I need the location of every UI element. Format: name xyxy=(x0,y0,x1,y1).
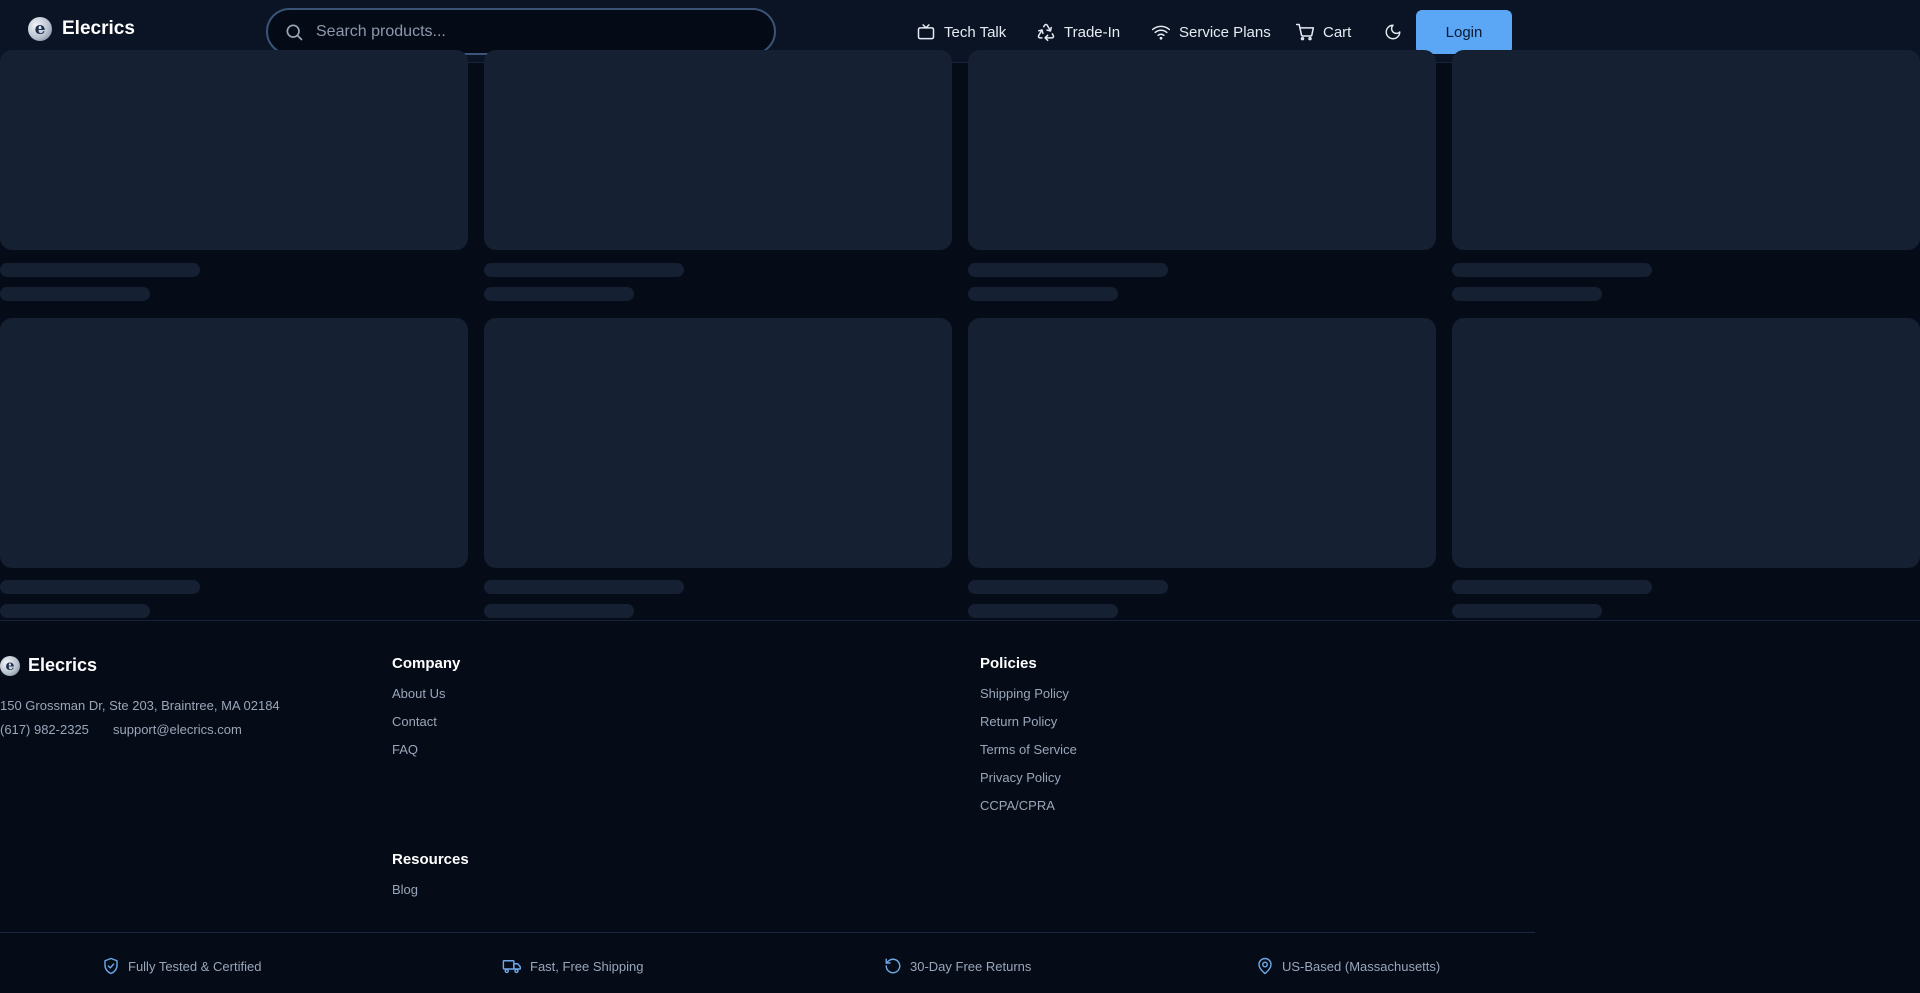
badge-free-shipping-label: Fast, Free Shipping xyxy=(530,958,644,974)
skeleton-title-line xyxy=(1452,580,1652,594)
skeleton-price-line xyxy=(0,287,150,301)
skeleton-price-line xyxy=(1452,287,1602,301)
nav-cart[interactable]: Cart xyxy=(1295,20,1351,44)
rotate-ccw-icon xyxy=(885,958,901,974)
skeleton-card xyxy=(484,318,952,568)
cart-icon xyxy=(1295,23,1315,41)
footer-link-terms-of-service[interactable]: Terms of Service xyxy=(980,742,1077,757)
footer-phone[interactable]: (617) 982-2325 xyxy=(0,722,89,737)
wifi-icon xyxy=(1151,25,1171,40)
footer-company-heading: Company xyxy=(392,655,461,672)
skeleton-card xyxy=(0,318,468,568)
nav-cart-label: Cart xyxy=(1323,23,1352,41)
shield-check-icon xyxy=(104,957,118,975)
footer-address: 150 Grossman Dr, Ste 203, Braintree, MA … xyxy=(0,698,280,713)
skeleton-price-line xyxy=(0,604,150,618)
badge-free-returns-label: 30-Day Free Returns xyxy=(910,958,1032,974)
skeleton-price-line xyxy=(484,287,634,301)
skeleton-price-line xyxy=(1452,604,1602,618)
nav-service-plans-label: Service Plans xyxy=(1179,23,1271,41)
badge-tested-certified-label: Fully Tested & Certified xyxy=(128,958,262,974)
skeleton-card xyxy=(484,50,952,250)
skeleton-price-line xyxy=(968,287,1118,301)
brand-logo-icon: e xyxy=(28,17,52,41)
badge-free-shipping: Fast, Free Shipping xyxy=(502,957,643,975)
nav-tech-talk[interactable]: Tech Talk xyxy=(916,20,1006,44)
brand-link[interactable]: e Elecrics xyxy=(28,17,135,41)
footer-policies-heading: Policies xyxy=(980,655,1037,672)
recycle-icon xyxy=(1037,23,1055,42)
moon-icon xyxy=(1385,24,1401,40)
search-bar[interactable] xyxy=(266,8,776,55)
footer-link-faq[interactable]: FAQ xyxy=(392,742,418,757)
footer-link-contact[interactable]: Contact xyxy=(392,714,437,729)
skeleton-title-line xyxy=(968,263,1168,277)
search-icon xyxy=(286,24,303,40)
skeleton-card xyxy=(1452,50,1920,250)
nav-tech-talk-label: Tech Talk xyxy=(944,23,1007,41)
theme-toggle-button[interactable] xyxy=(1381,20,1405,44)
skeleton-card xyxy=(1452,318,1920,568)
search-input[interactable] xyxy=(316,22,736,41)
footer-link-privacy-policy[interactable]: Privacy Policy xyxy=(980,770,1061,785)
skeleton-price-line xyxy=(484,604,634,618)
skeleton-title-line xyxy=(484,580,684,594)
footer-resources-heading: Resources xyxy=(392,851,469,868)
nav-service-plans[interactable]: Service Plans xyxy=(1151,20,1271,44)
footer-logo-icon: e xyxy=(0,655,20,676)
skeleton-title-line xyxy=(1452,263,1652,277)
skeleton-title-line xyxy=(0,263,200,277)
tv-icon xyxy=(917,23,935,40)
skeleton-card xyxy=(968,318,1436,568)
skeleton-card xyxy=(0,50,468,250)
skeleton-title-line xyxy=(968,580,1168,594)
badge-us-based-label: US-Based (Massachusetts) xyxy=(1282,958,1441,974)
skeleton-card xyxy=(968,50,1436,250)
footer-link-ccpa-cpra[interactable]: CCPA/CPRA xyxy=(980,798,1055,813)
footer-link-blog[interactable]: Blog xyxy=(392,882,418,897)
login-button[interactable]: Login xyxy=(1416,10,1512,54)
footer-bottom-divider xyxy=(0,932,1535,933)
skeleton-title-line xyxy=(0,580,200,594)
skeleton-price-line xyxy=(968,604,1118,618)
badge-tested-certified: Fully Tested & Certified xyxy=(102,957,261,975)
footer-divider xyxy=(0,620,1920,621)
map-pin-icon xyxy=(1258,957,1272,975)
badge-free-returns: 30-Day Free Returns xyxy=(884,957,1031,975)
nav-trade-in[interactable]: Trade-In xyxy=(1036,20,1120,44)
skeleton-title-line xyxy=(484,263,684,277)
footer-email[interactable]: support@elecrics.com xyxy=(113,722,242,737)
brand-name: Elecrics xyxy=(62,18,135,39)
footer-brand-link[interactable]: e Elecrics xyxy=(0,655,97,676)
footer-link-shipping-policy[interactable]: Shipping Policy xyxy=(980,686,1069,701)
footer-brand-name: Elecrics xyxy=(28,655,98,675)
footer-link-about-us[interactable]: About Us xyxy=(392,686,445,701)
truck-icon xyxy=(502,960,521,974)
nav-trade-in-label: Trade-In xyxy=(1064,23,1121,41)
badge-us-based: US-Based (Massachusetts) xyxy=(1256,957,1440,975)
footer-link-return-policy[interactable]: Return Policy xyxy=(980,714,1057,729)
